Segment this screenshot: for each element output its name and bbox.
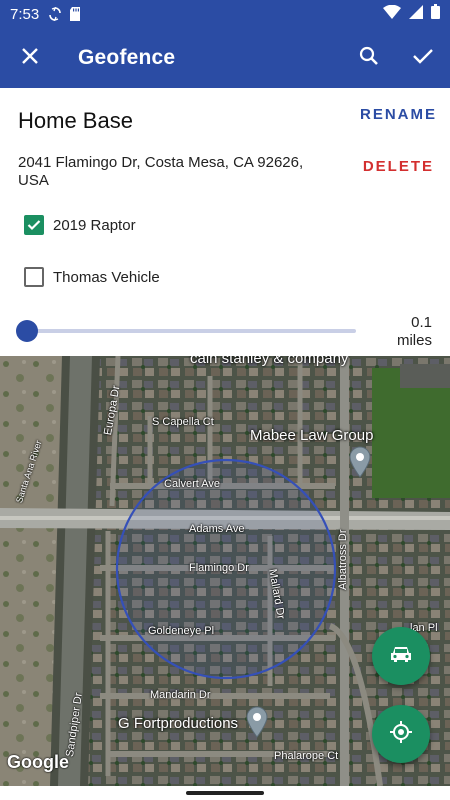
google-attribution: Google [7, 752, 69, 772]
street-label: Adams Ave [189, 523, 245, 535]
radius-value: 0.1 miles [397, 314, 432, 350]
close-button[interactable] [0, 28, 60, 88]
app-bar: Geofence [0, 28, 450, 88]
status-bar: 7:53 [0, 0, 450, 28]
street-label: Albatross Dr [337, 529, 349, 590]
car-icon [390, 645, 412, 668]
my-location-icon [389, 720, 413, 749]
street-label: Goldeneye Pl [148, 625, 215, 637]
home-handle[interactable] [186, 791, 264, 795]
delete-button[interactable]: DELETE [363, 158, 434, 175]
vehicle-label: Thomas Vehicle [53, 268, 160, 286]
checkbox-unchecked[interactable] [24, 267, 44, 287]
signal-icon [409, 4, 423, 24]
place-label: Mabee Law Group [250, 427, 374, 444]
page-title: Geofence [78, 46, 176, 69]
search-button[interactable] [342, 28, 396, 88]
street-label: Phalarope Ct [274, 750, 339, 762]
confirm-button[interactable] [396, 28, 450, 88]
geofence-details: Home Base RENAME 2041 Flamingo Dr, Costa… [0, 88, 450, 356]
slider-thumb[interactable] [16, 320, 38, 342]
street-label: Calvert Ave [164, 478, 221, 490]
search-icon [359, 46, 379, 71]
geofence-address: 2041 Flamingo Dr, Costa Mesa, CA 92626, … [18, 154, 304, 189]
slider-track[interactable] [26, 329, 356, 333]
my-location-button[interactable] [372, 705, 430, 763]
checkbox-checked[interactable] [24, 215, 44, 235]
street-label: S Capella Ct [152, 416, 214, 428]
vehicle-checkbox-thomas[interactable]: Thomas Vehicle [24, 267, 160, 287]
radius-number: 0.1 [411, 314, 432, 331]
vehicle-checkbox-raptor[interactable]: 2019 Raptor [24, 215, 136, 235]
geofence-name: Home Base [18, 108, 133, 133]
status-time: 7:53 [10, 5, 40, 23]
radius-unit: miles [396, 332, 432, 349]
street-label: Mandarin Dr [150, 689, 211, 701]
sd-card-icon [69, 7, 81, 21]
place-label: cain stanley & company [190, 356, 349, 367]
vehicle-label: 2019 Raptor [53, 216, 136, 234]
sync-icon [49, 6, 62, 22]
battery-icon [431, 4, 440, 24]
street-label: Flamingo Dr [189, 562, 249, 574]
place-label: G Fortproductions [118, 715, 239, 732]
close-icon [21, 47, 39, 70]
navigation-bar [0, 786, 450, 800]
check-icon [413, 48, 433, 69]
rename-button[interactable]: RENAME [360, 106, 437, 123]
wifi-icon [383, 4, 401, 24]
radius-slider[interactable] [16, 320, 358, 342]
vehicle-location-button[interactable] [372, 627, 430, 685]
